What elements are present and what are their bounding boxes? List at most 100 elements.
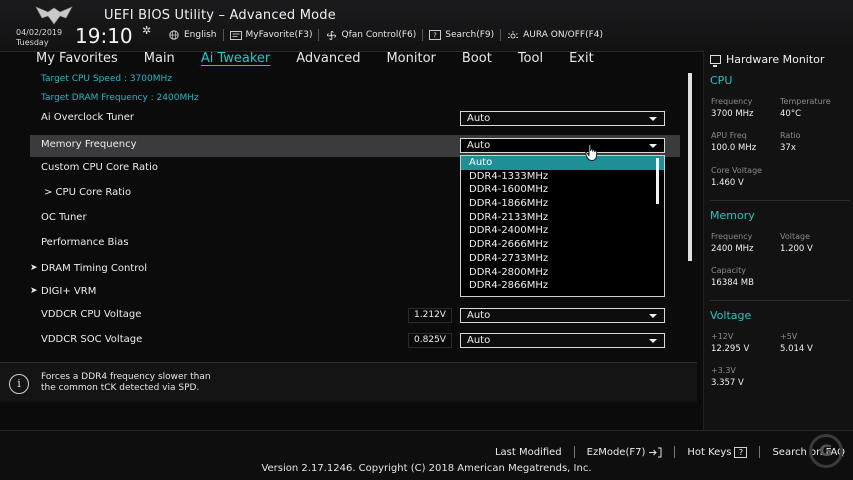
setting-label: Memory Frequency xyxy=(41,139,137,150)
help-text: Forces a DDR4 frequency slower than the … xyxy=(41,372,301,394)
aura-label: AURA ON/OFF(F4) xyxy=(523,30,604,40)
aura-toggle-button[interactable]: AURA ON/OFF(F4) xyxy=(507,30,603,40)
help-line: the common tCK detected via SPD. xyxy=(41,383,200,393)
tab-exit[interactable]: Exit xyxy=(569,50,594,70)
setting-vddcr-cpu-voltage[interactable]: VDDCR CPU Voltage 1.212V Auto xyxy=(30,305,680,327)
help-bar: i Forces a DDR4 frequency slower than th… xyxy=(0,362,697,402)
hardware-monitor-title: Hardware Monitor xyxy=(710,53,824,67)
help-line: Forces a DDR4 frequency slower than xyxy=(41,372,211,382)
myfavorite-button[interactable]: MyFavorite(F3) xyxy=(229,30,313,40)
memory-frequency-dropdown[interactable]: Auto DDR4-1333MHz DDR4-1600MHz DDR4-1866… xyxy=(460,155,665,297)
memory-frequency-select[interactable]: Auto xyxy=(460,138,665,153)
setting-vddcr-soc-voltage[interactable]: VDDCR SOC Voltage 0.825V Auto xyxy=(30,330,680,352)
date-value: 04/02/2019 xyxy=(16,28,63,37)
info-icon: i xyxy=(9,374,29,394)
hw-section-memory: Memory xyxy=(710,209,755,222)
chevron-down-icon xyxy=(649,314,657,318)
language-button[interactable]: English xyxy=(168,30,217,40)
cpu-temperature-label: Temperature xyxy=(780,97,831,106)
v33-value: 3.357 V xyxy=(711,378,744,388)
footer-bar: Last Modified EzMode(F7) Hot Keys ? Sear… xyxy=(0,430,853,480)
tab-my-favorites[interactable]: My Favorites xyxy=(36,50,118,70)
apu-freq-label: APU Freq xyxy=(711,131,747,140)
tab-main[interactable]: Main xyxy=(144,50,175,70)
dropdown-option[interactable]: DDR4-2666MHz xyxy=(461,238,664,252)
tab-ai-tweaker[interactable]: Ai Tweaker xyxy=(201,50,270,70)
chevron-down-icon xyxy=(649,117,657,121)
hw-divider xyxy=(710,200,850,201)
hw-divider xyxy=(710,300,850,301)
dropdown-option[interactable]: DDR4-1600MHz xyxy=(461,183,664,197)
tab-advanced[interactable]: Advanced xyxy=(296,50,360,70)
select-value: Auto xyxy=(467,140,491,151)
dropdown-option[interactable]: DDR4-2800MHz xyxy=(461,266,664,280)
hw-section-cpu: CPU xyxy=(710,74,733,87)
memory-capacity-label: Capacity xyxy=(711,266,746,275)
setting-label: VDDCR CPU Voltage xyxy=(41,309,142,320)
v5-value: 5.014 V xyxy=(780,344,813,354)
voltage-reading: 0.825V xyxy=(408,333,452,348)
ezmode-label: EzMode(F7) xyxy=(586,446,646,458)
tuf-logo-icon xyxy=(35,6,73,25)
main-tabs: My Favorites Main Ai Tweaker Advanced Mo… xyxy=(36,50,620,70)
dropdown-option[interactable]: DDR4-1333MHz xyxy=(461,170,664,184)
clock: 19:10 xyxy=(75,24,133,48)
setting-label: Custom CPU Core Ratio xyxy=(41,162,158,173)
hot-keys-button[interactable]: Hot Keys ? xyxy=(687,446,748,458)
last-modified-button[interactable]: Last Modified xyxy=(495,447,562,458)
toolbar-divider xyxy=(222,29,224,41)
ratio-label: Ratio xyxy=(780,131,801,140)
ai-overclock-select[interactable]: Auto xyxy=(460,111,665,126)
tab-tool[interactable]: Tool xyxy=(518,50,543,70)
setting-memory-frequency[interactable]: Memory Frequency Auto xyxy=(30,135,680,157)
setting-label: VDDCR SOC Voltage xyxy=(41,334,143,345)
cpu-frequency-value: 3700 MHz xyxy=(711,109,754,119)
v33-label: +3.3V xyxy=(711,366,736,375)
copyright-text: Version 2.17.1246. Copyright (C) 2018 Am… xyxy=(261,463,592,474)
chevron-down-icon xyxy=(649,144,657,148)
footer-actions: Last Modified EzMode(F7) Hot Keys ? Sear… xyxy=(495,446,845,458)
gear-icon[interactable]: ✲ xyxy=(142,24,151,37)
setting-label: OC Tuner xyxy=(41,212,87,223)
v12-label: +12V xyxy=(711,332,734,341)
memory-voltage-label: Voltage xyxy=(780,232,811,241)
toolbar-divider xyxy=(500,29,502,41)
setting-ai-overclock-tuner[interactable]: Ai Overclock Tuner Auto xyxy=(30,108,680,130)
qfan-control-button[interactable]: Qfan Control(F6) xyxy=(325,30,416,40)
memory-frequency-label: Frequency xyxy=(711,232,753,241)
setting-label: > CPU Core Ratio xyxy=(44,187,132,198)
dropdown-option[interactable]: DDR4-2733MHz xyxy=(461,252,664,266)
tab-boot[interactable]: Boot xyxy=(462,50,492,70)
tab-monitor[interactable]: Monitor xyxy=(386,50,435,70)
vddcr-soc-select[interactable]: Auto xyxy=(460,333,665,348)
submenu-arrow-icon: ➤ xyxy=(30,263,38,273)
memory-capacity-value: 16384 MB xyxy=(711,278,754,288)
v5-label: +5V xyxy=(780,332,798,341)
dropdown-scrollbar[interactable] xyxy=(656,158,659,204)
myfavorite-label: MyFavorite(F3) xyxy=(245,30,313,40)
qfan-control-label: Qfan Control(F6) xyxy=(341,30,417,40)
setting-label: DRAM Timing Control xyxy=(41,263,148,274)
dropdown-option[interactable]: Auto xyxy=(461,156,664,170)
globe-icon xyxy=(168,30,180,40)
dropdown-option[interactable]: DDR4-2866MHz xyxy=(461,279,664,293)
setting-label: Ai Overclock Tuner xyxy=(41,112,135,123)
watermark-logo-icon: G xyxy=(809,434,843,468)
search-button[interactable]: ? Search(F9) xyxy=(429,30,494,40)
dropdown-option[interactable]: DDR4-1866MHz xyxy=(461,197,664,211)
main-scrollbar[interactable] xyxy=(688,73,692,261)
top-toolbar: English MyFavorite(F3) Qfan Control(F6) … xyxy=(168,28,603,42)
dropdown-option[interactable]: DDR4-2133MHz xyxy=(461,211,664,225)
footer-divider xyxy=(674,446,676,458)
setting-label: DIGI+ VRM xyxy=(41,286,97,297)
dropdown-option[interactable]: DDR4-2400MHz xyxy=(461,224,664,238)
hot-keys-label: Hot Keys xyxy=(687,446,732,458)
vddcr-cpu-select[interactable]: Auto xyxy=(460,308,665,323)
help-key-icon: ? xyxy=(734,446,748,458)
toolbar-divider xyxy=(318,29,320,41)
v12-value: 12.295 V xyxy=(711,344,750,354)
target-cpu-speed: Target CPU Speed : 3700MHz xyxy=(41,74,172,84)
date-display: 04/02/2019 Tuesday xyxy=(16,28,62,48)
ezmode-button[interactable]: EzMode(F7) xyxy=(587,447,663,458)
memory-frequency-value: 2400 MHz xyxy=(711,244,754,254)
